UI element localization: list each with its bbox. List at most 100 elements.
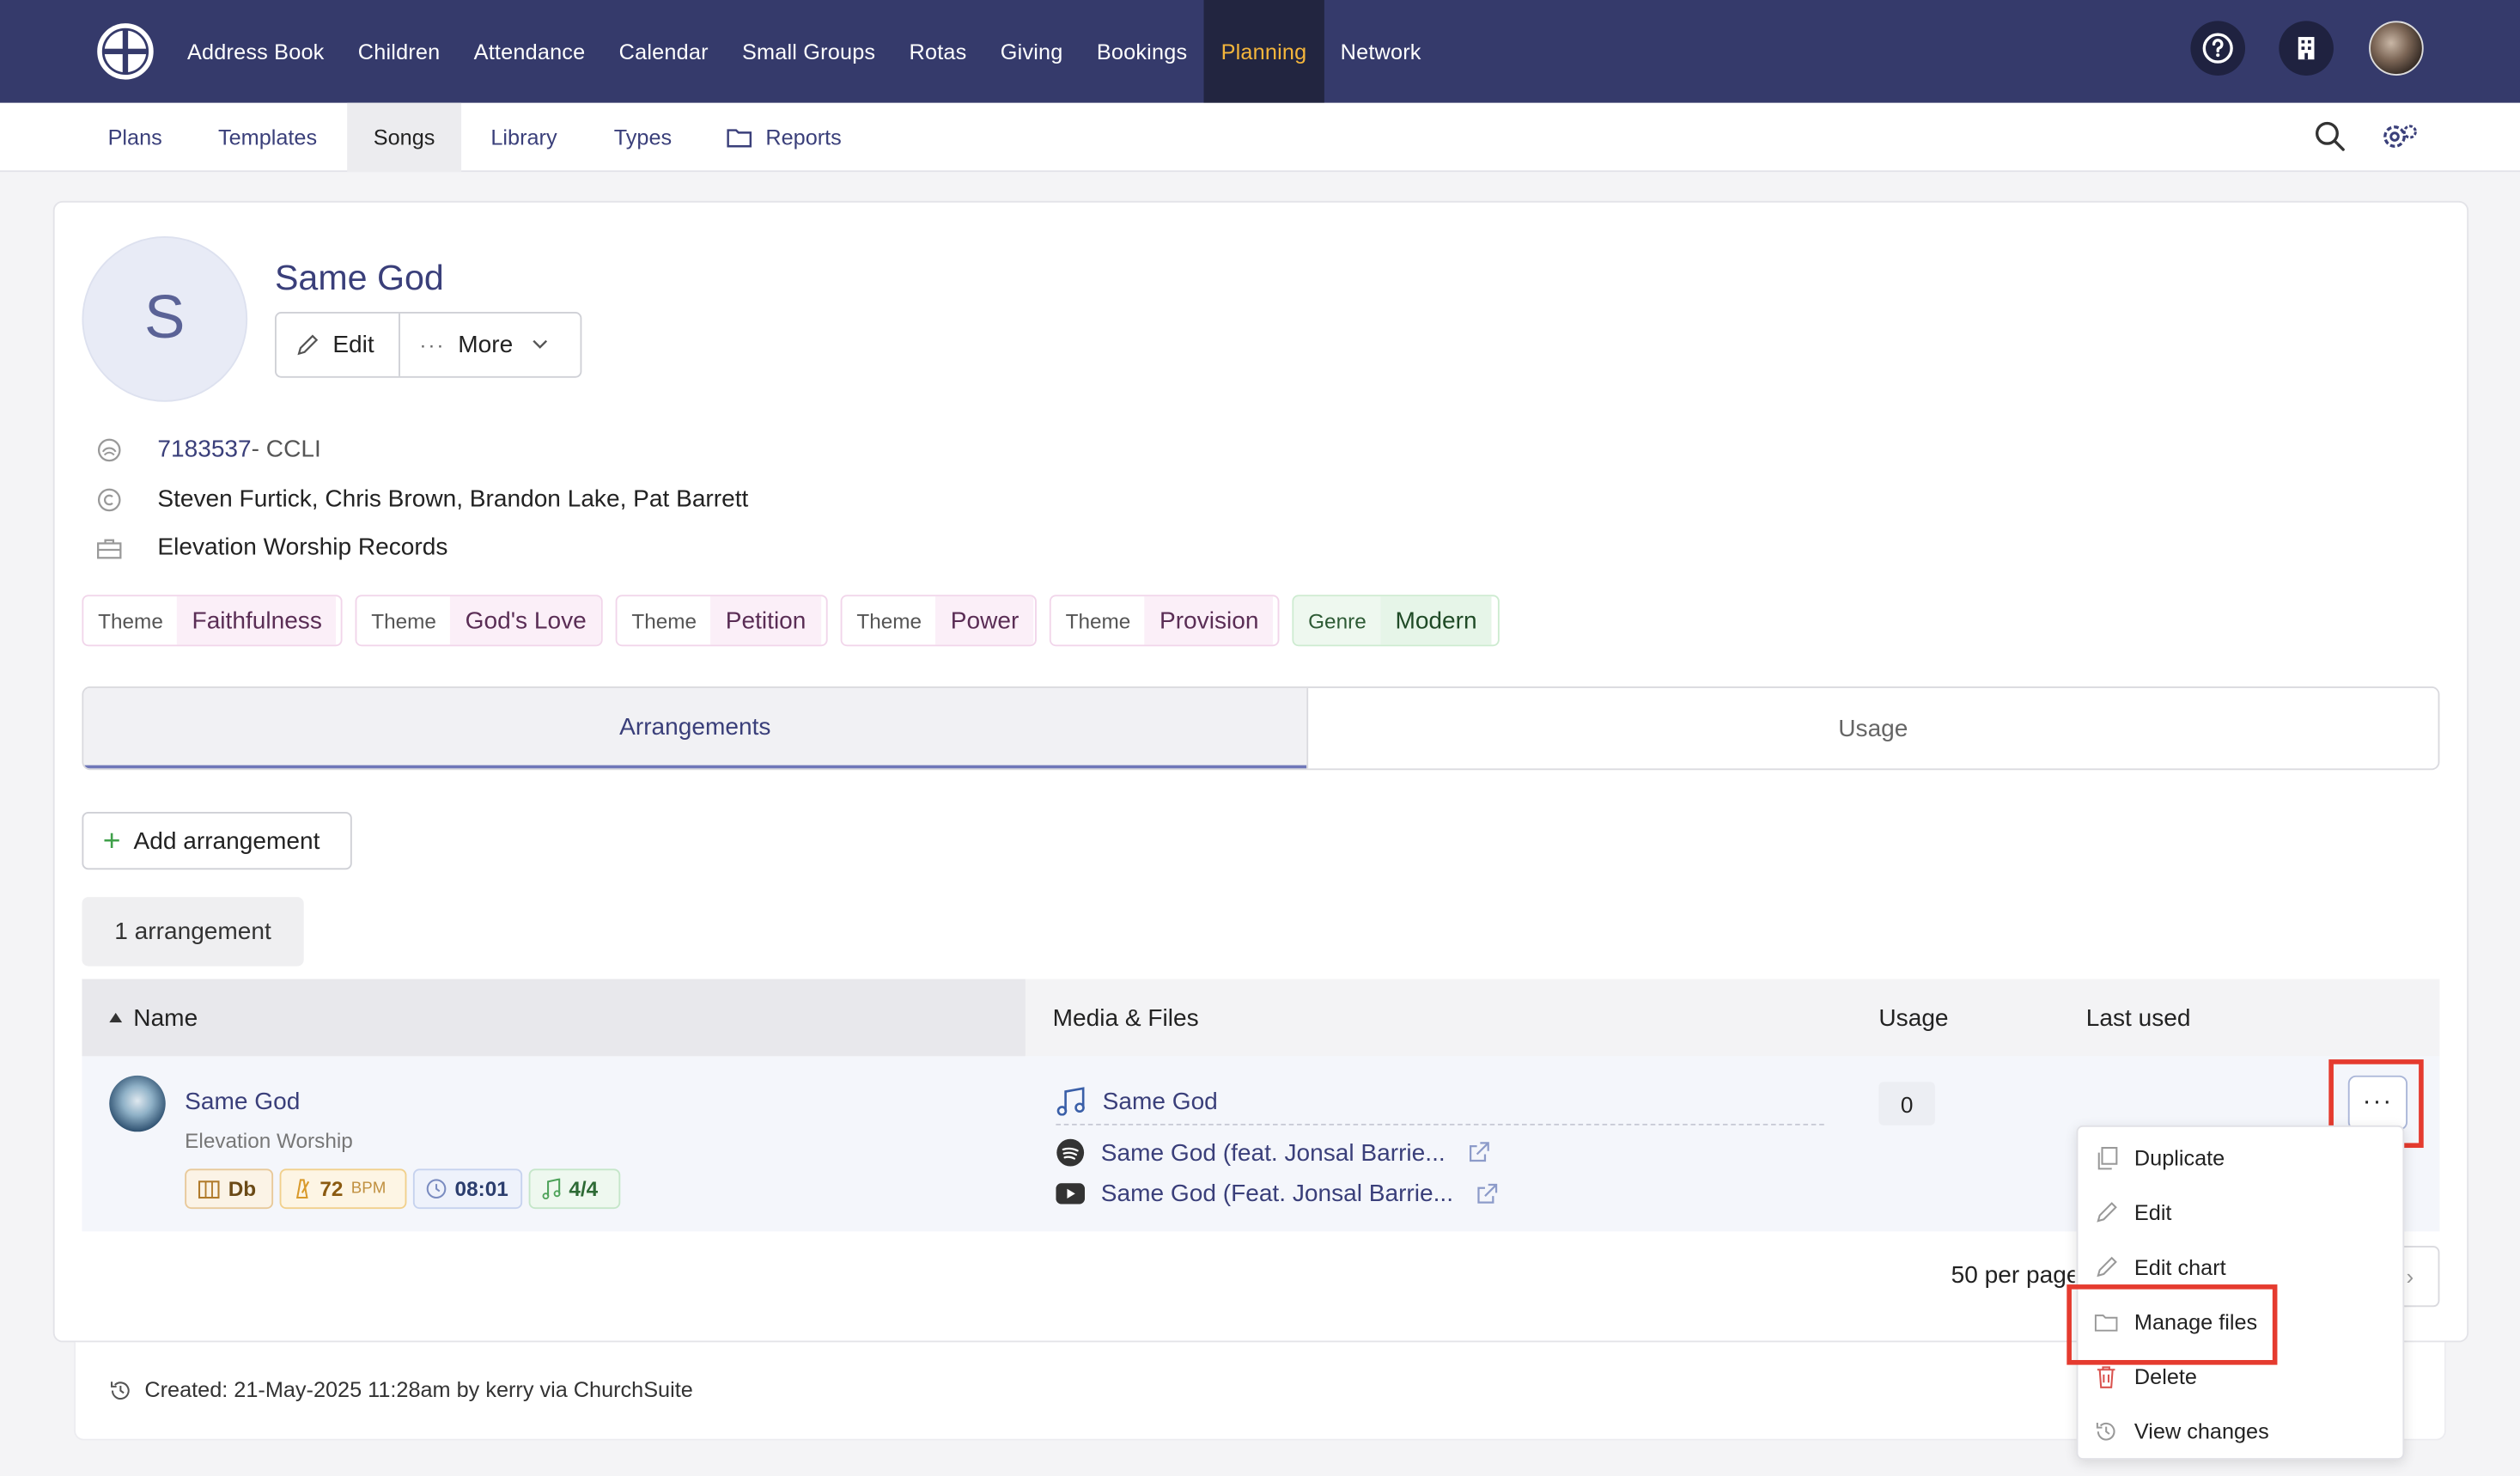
menu-item-label: View changes [2133,1418,2269,1443]
media-file-song[interactable]: Same God [1056,1087,1824,1125]
pencil-icon [2094,1200,2118,1224]
tag-theme-provision[interactable]: Theme Provision [1049,595,1280,647]
column-header-name[interactable]: Name [109,979,198,1057]
name-column-highlight [82,979,1026,1057]
key-value: Db [228,1176,257,1201]
tag-key: Theme [842,596,936,645]
tag-key: Theme [617,596,711,645]
tag-theme-faithfulness[interactable]: Theme Faithfulness [82,595,343,647]
tab-arrangements[interactable]: Arrangements [83,687,1307,769]
external-link-icon[interactable] [1476,1182,1498,1205]
tag-key: Theme [1050,596,1146,645]
tab-usage[interactable]: Usage [1306,687,2438,769]
arrangement-count-badge: 1 arrangement [82,897,304,967]
metronome-icon [295,1179,310,1199]
menu-item-edit[interactable]: Edit [2078,1185,2406,1240]
edit-song-label: Edit [332,331,374,359]
help-button[interactable] [2190,21,2246,76]
youtube-icon [1056,1183,1086,1205]
column-header-usage[interactable]: Usage [1878,979,1948,1057]
tag-theme-petition[interactable]: Theme Petition [615,595,828,647]
tag-value: Modern [1380,596,1492,645]
tag-value: God's Love [450,596,601,645]
subnav-reports-label: Reports [765,125,842,150]
settings-gears-icon [2383,125,2417,148]
tag-genre-modern[interactable]: Genre Modern [1292,595,1500,647]
nav-address-book[interactable]: Address Book [170,0,341,103]
ccli-icon [96,436,122,462]
nav-rotas[interactable]: Rotas [892,0,983,103]
key-badge: Db [185,1168,274,1210]
tag-theme-power[interactable]: Theme Power [840,595,1037,647]
subnav-plans[interactable]: Plans [82,103,187,172]
tag-key: Genre [1293,596,1381,645]
per-page-select[interactable]: 50 per page [1951,1262,2075,1290]
nav-planning[interactable]: Planning [1203,0,1324,103]
edit-song-button[interactable]: Edit [277,313,400,376]
settings-button[interactable] [2380,119,2419,154]
tag-value: Faithfulness [177,596,337,645]
ccli-row: 7183537 - CCLI [96,436,321,463]
menu-item-label: Delete [2133,1363,2197,1388]
ccli-suffix: - CCLI [251,436,321,463]
media-spotify-link[interactable]: Same God (feat. Jonsal Barrie... [1056,1138,1490,1168]
subnav-types[interactable]: Types [587,103,699,172]
spotify-icon [1056,1138,1085,1167]
song-authors: Steven Furtick, Chris Brown, Brandon Lak… [157,485,749,513]
nav-small-groups[interactable]: Small Groups [725,0,892,103]
clock-icon [426,1179,447,1199]
add-arrangement-button[interactable]: + Add arrangement [82,811,352,870]
menu-item-label: Edit [2133,1199,2172,1224]
subnav-templates[interactable]: Templates [188,103,347,172]
tag-theme-gods-love[interactable]: Theme God's Love [355,595,603,647]
top-navigation-bar: Address Book Children Attendance Calenda… [0,0,2520,103]
search-button[interactable] [2314,120,2346,152]
menu-item-view-changes[interactable]: View changes [2078,1404,2406,1459]
menu-item-duplicate[interactable]: Duplicate [2078,1130,2406,1185]
nav-calendar[interactable]: Calendar [602,0,725,103]
highlight-manage-files [2067,1284,2278,1365]
more-actions-button[interactable]: ··· More [400,314,581,376]
folder-icon [727,129,752,148]
media-youtube-link[interactable]: Same God (Feat. Jonsal Barrie... [1056,1180,1498,1207]
copyright-icon [96,486,122,512]
tag-key: Theme [83,596,178,645]
media-youtube-label: Same God (Feat. Jonsal Barrie... [1100,1180,1454,1208]
piano-icon [198,1180,220,1198]
nav-attendance[interactable]: Attendance [457,0,602,103]
sort-asc-icon [109,1012,123,1023]
arrangement-name-link[interactable]: Same God [185,1089,300,1116]
song-publisher: Elevation Worship Records [157,534,448,562]
trash-icon [2094,1364,2118,1388]
column-header-media[interactable]: Media & Files [1053,979,1199,1057]
pencil-icon [2094,1254,2118,1278]
subnav-songs[interactable]: Songs [347,102,462,173]
song-avatar: S [82,236,248,402]
building-icon [2298,37,2315,60]
column-header-last-used[interactable]: Last used [2086,979,2191,1057]
bpm-unit: BPM [350,1180,387,1198]
ccli-number-link[interactable]: 7183537 [157,436,251,463]
tag-value: Provision [1145,596,1274,645]
song-actions-group: Edit ··· More [274,312,582,378]
nav-children[interactable]: Children [341,0,457,103]
music-note-icon [542,1178,561,1199]
user-avatar[interactable] [2369,21,2424,76]
external-link-icon[interactable] [1468,1142,1490,1164]
subnav-library[interactable]: Library [461,103,587,172]
history-icon [111,1381,130,1400]
usage-count: 0 [1878,1082,1935,1125]
history-icon [2094,1418,2118,1442]
song-title: Same God [274,257,444,298]
nav-network[interactable]: Network [1324,0,1438,103]
subnav-reports[interactable]: Reports [707,103,861,172]
album-artwork [109,1075,166,1132]
column-header-name-label: Name [133,1003,198,1032]
nav-giving[interactable]: Giving [983,0,1080,103]
bpm-value: 72 [320,1176,344,1201]
nav-bookings[interactable]: Bookings [1080,0,1204,103]
organisation-button[interactable] [2279,21,2334,76]
media-file-label: Same God [1102,1087,1218,1115]
arrangements-table-header: Name Media & Files Usage Last used [82,979,2440,1057]
churchsuite-logo-icon[interactable] [96,22,154,80]
